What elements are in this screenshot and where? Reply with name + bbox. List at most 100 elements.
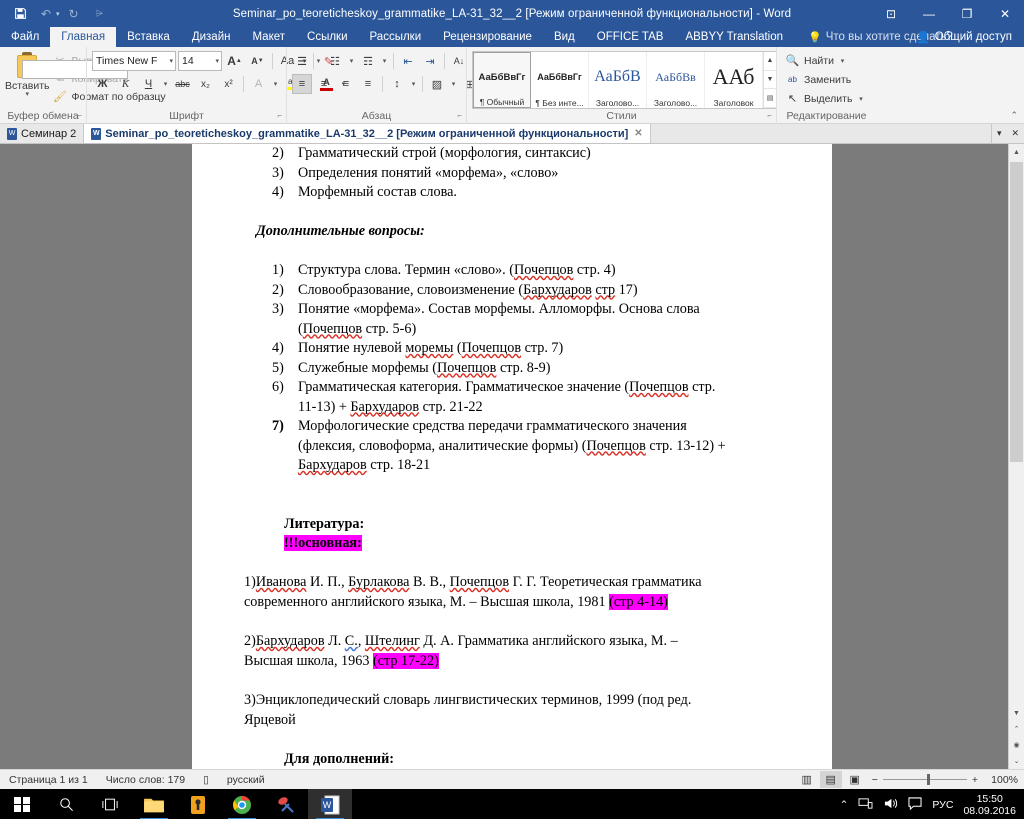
word-count[interactable]: Число слов: 179 — [97, 774, 194, 786]
taskbar-google-chrome[interactable] — [220, 789, 264, 819]
minimize-button[interactable]: — — [910, 0, 948, 27]
select-button[interactable]: ↖ Выделить ▾ — [782, 90, 868, 107]
font-size-input[interactable]: 14 ▾ — [178, 51, 222, 71]
style-title[interactable]: ААб Заголовок — [705, 52, 763, 108]
line-spacing-dropdown-icon[interactable]: ▾ — [409, 80, 418, 88]
multilevel-dropdown-icon[interactable]: ▾ — [380, 57, 389, 65]
find-dropdown-icon[interactable]: ▾ — [838, 57, 847, 65]
styles-dialog-launcher-icon[interactable]: ⌐ — [767, 108, 772, 123]
doc-tab-close-icon[interactable]: ✕ — [634, 128, 642, 139]
clock[interactable]: 15:50 08.09.2016 — [963, 793, 1016, 817]
taskbar-snipping-tool[interactable] — [264, 789, 308, 819]
style-normal[interactable]: АаБбВвГг ¶ Обычный — [473, 52, 531, 108]
tab-office-tab[interactable]: OFFICE TAB — [586, 27, 675, 47]
shading-icon[interactable]: ▨ — [427, 74, 447, 94]
tab-mailings[interactable]: Рассылки — [359, 27, 433, 47]
tray-expand-icon[interactable]: ⌃ — [840, 799, 849, 811]
doc-tab-bar-close-icon[interactable]: ✕ — [1011, 128, 1019, 139]
web-layout-icon[interactable]: ▣ — [844, 771, 866, 788]
taskbar-keepass[interactable] — [176, 789, 220, 819]
strikethrough-icon[interactable]: abc — [172, 74, 193, 94]
zoom-level[interactable]: 100% — [984, 774, 1018, 786]
shading-dropdown-icon[interactable]: ▾ — [449, 80, 458, 88]
font-size-dropdown-icon[interactable]: ▾ — [212, 57, 219, 65]
previous-page-icon[interactable]: ⌃ — [1009, 721, 1024, 737]
zoom-out-button[interactable]: − — [872, 774, 878, 786]
underline-dropdown-icon[interactable]: ▾ — [161, 80, 170, 88]
zoom-track[interactable] — [882, 774, 967, 785]
tab-layout[interactable]: Макет — [241, 27, 296, 47]
scrollbar-track[interactable] — [1009, 160, 1024, 705]
italic-icon[interactable]: К — [115, 74, 136, 94]
vertical-scrollbar[interactable]: ▲ ▼ ⌃ ◉ ⌄ — [1008, 144, 1024, 769]
next-page-icon[interactable]: ⌄ — [1009, 753, 1024, 769]
task-view-button[interactable] — [88, 789, 132, 819]
justify-icon[interactable]: ≡ — [358, 74, 378, 94]
styles-scroll-down-icon[interactable]: ▼ — [764, 71, 776, 90]
read-mode-icon[interactable]: ▥ — [796, 771, 818, 788]
decrease-indent-icon[interactable]: ⇤ — [398, 51, 418, 71]
undo-icon[interactable]: ↶ — [34, 3, 58, 25]
underline-icon[interactable]: Ч — [138, 74, 159, 94]
network-icon[interactable] — [858, 797, 873, 813]
scroll-down-icon[interactable]: ▼ — [1009, 705, 1024, 721]
tab-home[interactable]: Главная — [50, 27, 117, 47]
proofing-status-icon[interactable]: ▯ — [194, 774, 218, 786]
close-button[interactable]: ✕ — [986, 0, 1024, 27]
redo-icon[interactable]: ↻ — [62, 3, 86, 25]
styles-gallery-scroll[interactable]: ▲ ▼ ▤ — [763, 52, 776, 109]
text-effects-dropdown-icon[interactable]: ▾ — [271, 80, 280, 88]
scrollbar-thumb[interactable] — [1010, 162, 1023, 462]
save-icon[interactable] — [8, 3, 32, 25]
grow-font-icon[interactable]: A ▲ — [224, 51, 245, 71]
scroll-up-icon[interactable]: ▲ — [1009, 144, 1024, 160]
style-heading-2[interactable]: АаБбВв Заголово... — [647, 52, 705, 108]
multilevel-list-icon[interactable]: ☶ — [358, 51, 378, 71]
language-indicator[interactable]: РУС — [932, 799, 953, 811]
collapse-ribbon-icon[interactable]: ⌃ — [1010, 110, 1018, 121]
find-button[interactable]: 🔍 Найти ▾ — [782, 52, 868, 69]
action-center-icon[interactable] — [908, 796, 922, 813]
tab-references[interactable]: Ссылки — [296, 27, 359, 47]
language-indicator[interactable]: русский — [218, 774, 274, 786]
bullets-dropdown-icon[interactable]: ▾ — [314, 57, 323, 65]
tab-file[interactable]: Файл — [0, 27, 50, 47]
taskbar-microsoft-word[interactable]: W — [308, 789, 352, 819]
taskbar-file-explorer[interactable] — [132, 789, 176, 819]
clipboard-dialog-launcher-icon[interactable]: ⌐ — [77, 108, 82, 123]
tab-abbyy-translation[interactable]: ABBYY Translation — [674, 27, 794, 47]
doc-tab-menu-icon[interactable]: ▾ — [997, 128, 1002, 139]
ribbon-display-options-icon[interactable]: ⊡ — [872, 0, 910, 27]
start-button[interactable] — [0, 789, 44, 819]
styles-more-icon[interactable]: ▤ — [764, 89, 776, 109]
share-button[interactable]: 👤 Общий доступ — [908, 27, 1020, 47]
subscript-icon[interactable]: x₂ — [195, 74, 216, 94]
font-dialog-launcher-icon[interactable]: ⌐ — [277, 108, 282, 123]
replace-button[interactable]: ab Заменить — [782, 71, 868, 88]
customize-qat-icon[interactable]: ⩥ — [88, 3, 112, 25]
paste-dropdown-icon[interactable]: ▾ — [26, 91, 30, 98]
align-right-icon[interactable]: ≡ — [336, 74, 356, 94]
zoom-in-button[interactable]: + — [972, 774, 978, 786]
tab-insert[interactable]: Вставка — [116, 27, 181, 47]
document-page[interactable]: 2) Грамматический строй (морфология, синт… — [192, 144, 832, 769]
zoom-thumb[interactable] — [926, 774, 930, 785]
numbering-dropdown-icon[interactable]: ▾ — [347, 57, 356, 65]
tab-view[interactable]: Вид — [543, 27, 586, 47]
restore-button[interactable]: ❐ — [948, 0, 986, 27]
bold-icon[interactable]: Ж — [92, 74, 113, 94]
search-button[interactable] — [44, 789, 88, 819]
doc-tab-active[interactable]: W Seminar_po_teoreticheskoy_grammatike_L… — [84, 124, 651, 143]
increase-indent-icon[interactable]: ⇥ — [420, 51, 440, 71]
select-browse-object-icon[interactable]: ◉ — [1009, 737, 1024, 753]
font-name-dropdown-icon[interactable]: ▾ — [166, 57, 173, 65]
style-no-spacing[interactable]: АаБбВвГг ¶ Без инте... — [531, 52, 589, 108]
bullets-icon[interactable]: ☰ — [292, 51, 312, 71]
volume-icon[interactable] — [883, 797, 898, 813]
style-heading-1[interactable]: АаБбВ Заголово... — [589, 52, 647, 108]
paste-button[interactable]: Вставить ▾ — [5, 50, 129, 98]
tab-design[interactable]: Дизайн — [181, 27, 242, 47]
shrink-font-icon[interactable]: A ▼ — [247, 51, 268, 71]
print-layout-icon[interactable]: ▤ — [819, 771, 842, 788]
font-name-input[interactable]: Times New F ▾ — [92, 51, 176, 71]
